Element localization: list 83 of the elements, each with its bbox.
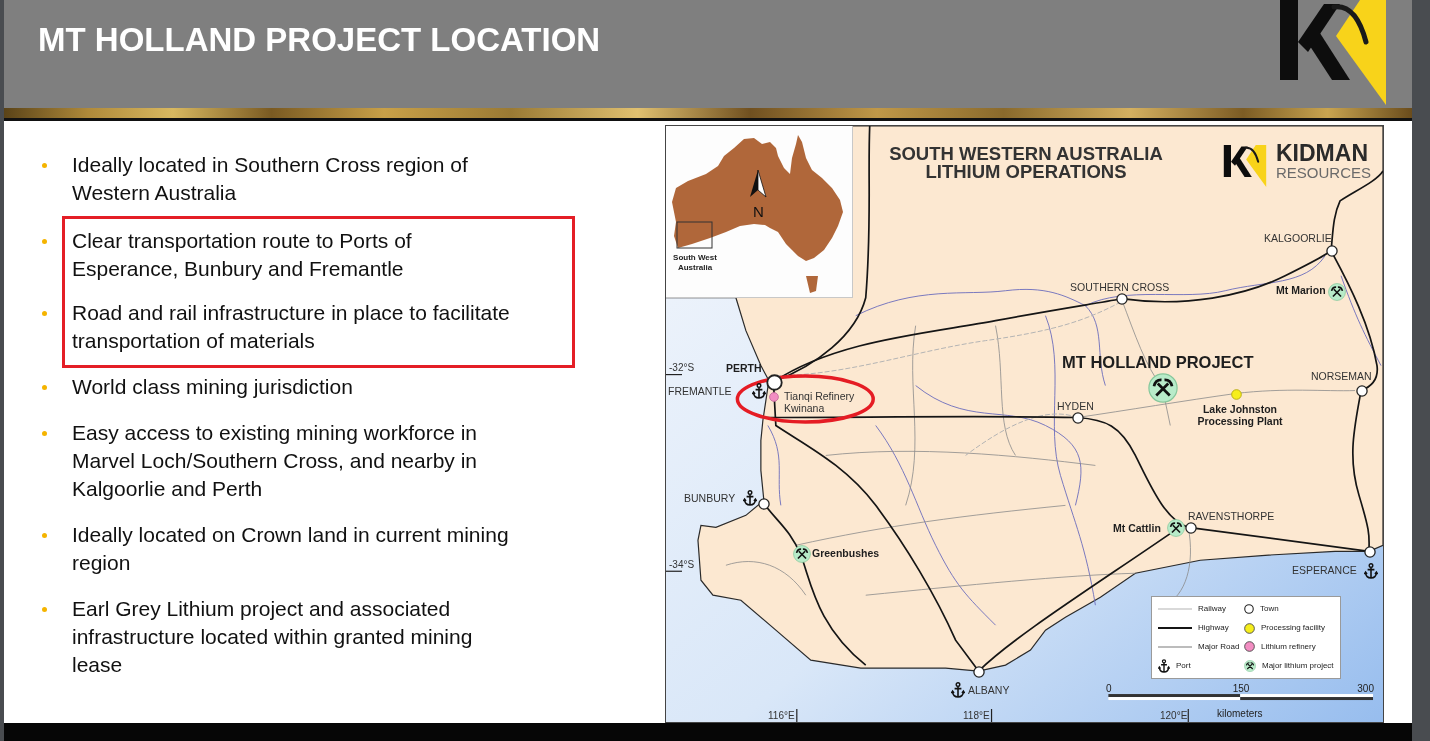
crossed-pickaxes-icon xyxy=(1328,283,1346,301)
bullet-icon xyxy=(42,607,47,612)
place-label: BUNBURY xyxy=(684,492,736,504)
place-label: ALBANY xyxy=(968,684,1010,696)
logo-name-text: KIDMAN xyxy=(1276,141,1369,165)
place-label: Greenbushes xyxy=(812,547,880,559)
region-label: South West Australia xyxy=(672,253,718,273)
place-label: MT HOLLAND PROJECT xyxy=(1062,353,1254,371)
crossed-pickaxes-icon xyxy=(1167,519,1185,537)
circle-icon xyxy=(973,666,985,678)
bullet-point-text: Ideally located on Crown land in current mining region xyxy=(72,522,509,576)
place-label: Mt Cattlin xyxy=(1113,522,1161,534)
legend-label: Port xyxy=(1176,660,1191,671)
place-label: ESPERANCE xyxy=(1292,564,1357,576)
scale-number: 0 xyxy=(1106,683,1112,695)
crossed-pickaxes-icon xyxy=(1148,373,1178,403)
bullet-point-text: World class mining jurisdiction xyxy=(72,374,353,400)
place-label: PERTH xyxy=(726,362,762,374)
place-label: FREMANTLE xyxy=(668,385,732,397)
bullet-icon xyxy=(42,163,47,168)
legend-label: Railway xyxy=(1198,604,1226,615)
dot-icon xyxy=(1230,388,1242,400)
anchor-icon xyxy=(951,682,965,698)
circle-icon xyxy=(765,373,783,391)
dot-icon xyxy=(1244,622,1255,634)
legend-label: Major lithium project xyxy=(1262,660,1334,671)
bullet-point-text: Easy access to existing mining workforce in Marvel Loch/Southern Cross, and nearby in Kalgoorlie and Perth xyxy=(72,420,478,502)
line-sample-icon xyxy=(1158,643,1192,650)
line-sample-icon xyxy=(1158,625,1192,632)
bullet-icon xyxy=(42,385,47,390)
place-label: Tianqi Refinery Kwinana xyxy=(784,390,856,414)
crossed-pickaxes-icon xyxy=(793,545,811,563)
region-outline xyxy=(676,221,713,249)
legend-label: Lithium refinery xyxy=(1261,641,1316,652)
place-label: Mt Marion xyxy=(1276,284,1326,296)
scale-number: 300 xyxy=(1357,683,1374,695)
place-label: SOUTHERN CROSS xyxy=(1070,281,1170,293)
bullet-icon xyxy=(42,431,47,436)
crossed-pickaxes-icon xyxy=(1244,659,1256,672)
anchor-icon xyxy=(752,383,766,399)
legend-label: Highway xyxy=(1198,623,1229,634)
logo-icon xyxy=(1278,0,1388,105)
logo-tagline-text: RESOURCES xyxy=(1276,165,1372,181)
latitude-label: -32°S xyxy=(669,362,695,374)
circle-icon xyxy=(1244,604,1254,615)
north-label: N xyxy=(753,204,764,220)
circle-icon xyxy=(1116,293,1128,305)
place-label: RAVENSTHORPE xyxy=(1188,510,1275,522)
anchor-icon xyxy=(1364,563,1378,579)
map-title: SOUTH WESTERN AUSTRALIA LITHIUM OPERATIONS xyxy=(888,145,1164,181)
anchor-icon xyxy=(1158,658,1170,673)
circle-icon xyxy=(1356,385,1368,397)
circle-icon xyxy=(1185,522,1197,534)
legend-label: Major Road xyxy=(1198,641,1240,652)
legend-label: Town xyxy=(1260,604,1279,615)
bullet-icon xyxy=(42,311,47,316)
line-sample-icon xyxy=(1158,606,1192,613)
legend-label: Processing facility xyxy=(1261,623,1326,634)
circle-icon xyxy=(1364,546,1376,558)
scale-unit-label: kilometers xyxy=(1217,708,1263,720)
dot-icon xyxy=(1244,641,1255,653)
place-label: KALGOORLIE xyxy=(1264,232,1332,244)
place-label: Lake Johnston Processing Plant xyxy=(1196,403,1284,427)
north-arrow-icon xyxy=(750,169,767,198)
circle-icon xyxy=(1326,245,1338,257)
bullet-icon xyxy=(42,533,47,538)
longitude-label: 118°E xyxy=(963,710,990,722)
bullet-point-text: Earl Grey Lithium project and associated infrastructure located within granted mining lease xyxy=(72,596,473,678)
circle-icon xyxy=(1072,412,1084,424)
latitude-label: -34°S xyxy=(669,559,695,571)
bullet-point-text: Ideally located in Southern Cross region of Western Australia xyxy=(72,152,468,206)
dot-icon xyxy=(769,392,779,402)
place-label: HYDEN xyxy=(1057,400,1094,412)
slide-title: MT HOLLAND PROJECT LOCATION xyxy=(38,20,601,60)
bullet-icon xyxy=(42,239,47,244)
scale-number: 150 xyxy=(1232,683,1250,695)
longitude-label: 116°E xyxy=(768,710,795,722)
longitude-label: 120°E xyxy=(1160,710,1188,722)
anchor-icon xyxy=(743,490,757,506)
circle-icon xyxy=(758,498,770,510)
place-label: NORSEMAN xyxy=(1311,370,1372,382)
bullet-point-text: Road and rail infrastructure in place to facilitate transportation of materials xyxy=(72,300,510,354)
bullet-point-text: Clear transportation route to Ports of Esperance, Bunbury and Fremantle xyxy=(72,228,412,282)
